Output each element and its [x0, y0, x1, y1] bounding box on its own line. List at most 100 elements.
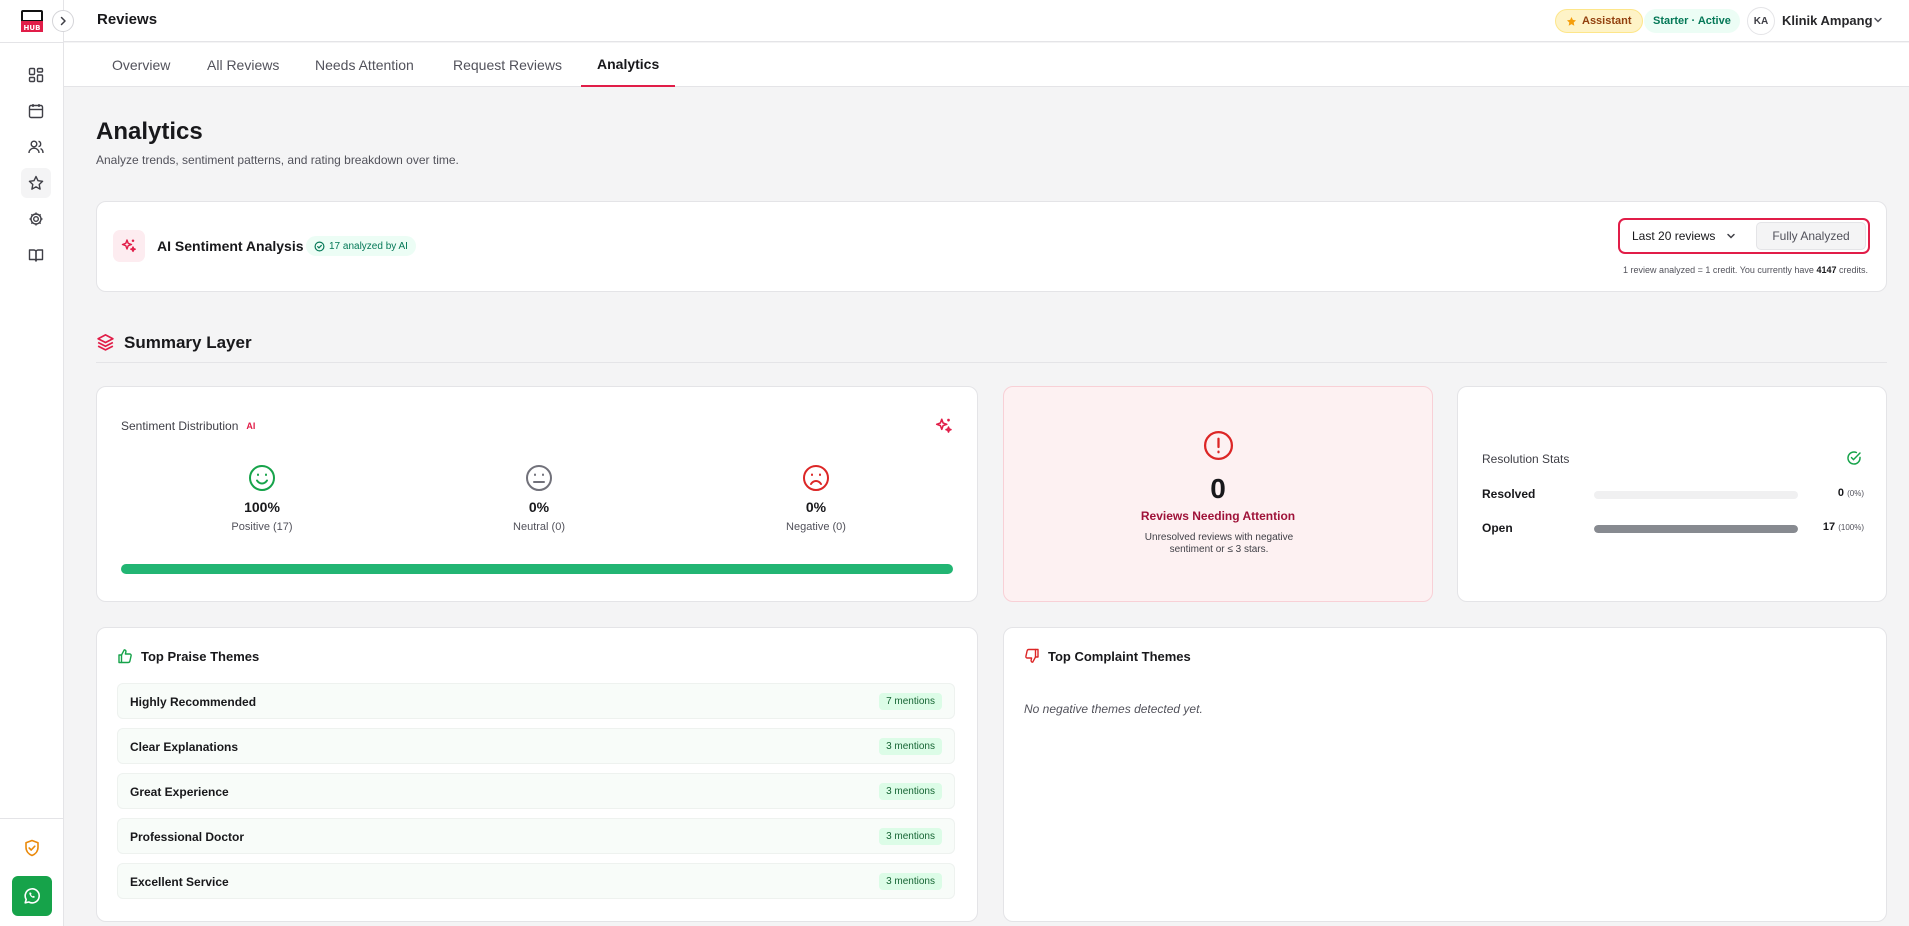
theme-name: Excellent Service: [130, 875, 229, 889]
mentions-badge: 7 mentions: [879, 693, 942, 710]
resolved-count-value: 0: [1837, 487, 1845, 499]
star-filled-icon: [1566, 16, 1577, 26]
avatar[interactable]: KA: [1747, 7, 1775, 35]
fully-analyzed-button[interactable]: Fully Analyzed: [1756, 222, 1866, 250]
neutral-face-icon: [526, 465, 552, 491]
open-label: Open: [1482, 521, 1513, 535]
calendar-icon: [28, 104, 44, 119]
neutral-sentiment: 0% Neutral (0): [439, 463, 639, 533]
chevron-down-icon[interactable]: [1872, 14, 1884, 26]
open-row: Open 17 (100%): [1482, 521, 1864, 537]
star-icon: [28, 175, 44, 190]
sidebar-bottom-divider: [0, 818, 64, 819]
theme-name: Highly Recommended: [130, 695, 257, 709]
tab-all-reviews[interactable]: All Reviews: [207, 43, 279, 87]
resolved-pct: (0%): [1847, 489, 1864, 498]
ai-icon-box: [113, 230, 145, 262]
mentions-badge: 3 mentions: [879, 783, 942, 800]
page-title: Analytics: [96, 118, 203, 145]
credit-note-suffix: credits.: [1838, 265, 1868, 275]
analysis-controls: Last 20 reviews Fully Analyzed: [1618, 218, 1870, 254]
list-item: Great Experience 3 mentions: [117, 773, 955, 809]
page-header-title: Reviews: [97, 11, 158, 28]
chevron-right-icon: [60, 16, 66, 26]
thumbs-up-icon: [118, 649, 132, 664]
thumbs-down-icon: [1025, 648, 1039, 663]
open-count-value: 17: [1822, 521, 1836, 533]
sparkle-icon: [121, 239, 136, 253]
ai-panel-title: AI Sentiment Analysis: [157, 238, 304, 254]
users-icon: [28, 140, 44, 154]
gear-icon: [29, 212, 43, 226]
assistant-button[interactable]: Assistant: [1555, 9, 1643, 33]
attention-count: 0: [1210, 473, 1226, 504]
review-range-value: Last 20 reviews: [1632, 229, 1716, 243]
needs-attention-card[interactable]: 0 Reviews Needing Attention Unresolved r…: [1003, 386, 1433, 602]
open-fill: [1594, 525, 1798, 533]
list-item: Excellent Service 3 mentions: [117, 863, 955, 899]
resolution-stats-card: Resolution Stats Resolved 0 (0%) Open 17…: [1457, 386, 1887, 602]
frown-icon: [803, 465, 829, 491]
clinic-switcher[interactable]: Klinik Ampang: [1782, 13, 1873, 28]
alert-circle-icon: [1203, 430, 1234, 461]
mentions-badge: 3 mentions: [879, 873, 942, 890]
positive-sentiment: 100% Positive (17): [162, 463, 362, 533]
assistant-label: Assistant: [1582, 15, 1632, 27]
resolved-row: Resolved 0 (0%): [1482, 487, 1864, 503]
whatsapp-button[interactable]: [12, 876, 52, 916]
tab-bar: Overview All Reviews Needs Attention Req…: [64, 43, 1909, 87]
praise-themes-card: Top Praise Themes Highly Recommended 7 me…: [96, 627, 978, 922]
theme-name: Great Experience: [130, 785, 229, 799]
analyzed-badge: 17 analyzed by AI: [306, 236, 416, 256]
theme-name: Professional Doctor: [130, 830, 245, 844]
section-divider: [96, 362, 1887, 363]
credit-note: 1 review analyzed = 1 credit. You curren…: [1623, 265, 1868, 275]
no-complaints-message: No negative themes detected yet.: [1024, 702, 1203, 716]
resolved-count: 0 (0%): [1838, 487, 1864, 499]
sidebar-item-calendar[interactable]: [21, 96, 51, 126]
complaint-themes-card: Top Complaint Themes No negative themes …: [1003, 627, 1887, 922]
book-icon: [28, 249, 44, 262]
app-logo[interactable]: HUB: [21, 10, 43, 32]
sidebar-item-patients[interactable]: [21, 132, 51, 162]
sidebar-item-guide[interactable]: [21, 240, 51, 270]
svg-text:HUB: HUB: [24, 24, 41, 32]
sidebar-divider: [0, 42, 64, 43]
sentiment-title-text: Sentiment Distribution: [121, 419, 239, 433]
review-range-select[interactable]: Last 20 reviews: [1632, 220, 1737, 252]
neutral-label: Neutral (0): [513, 521, 565, 533]
security-button[interactable]: [20, 836, 44, 860]
dashboard-icon: [28, 67, 44, 83]
check-circle-icon: [1847, 451, 1861, 465]
tab-overview[interactable]: Overview: [112, 43, 170, 87]
theme-name: Clear Explanations: [130, 740, 239, 754]
open-pct: (100%): [1838, 523, 1864, 532]
summary-layer-title: Summary Layer: [124, 333, 252, 352]
sidebar: HUB: [0, 0, 64, 926]
mentions-badge: 3 mentions: [879, 738, 942, 755]
smile-icon: [249, 465, 275, 491]
sidebar-toggle-button[interactable]: [52, 10, 74, 32]
attention-label: Reviews Needing Attention: [1140, 509, 1296, 523]
tab-analytics[interactable]: Analytics: [581, 43, 676, 87]
positive-percentage: 100%: [244, 499, 280, 515]
negative-label: Negative (0): [786, 521, 846, 533]
sidebar-item-dashboard[interactable]: [21, 60, 51, 90]
resolved-track: [1594, 491, 1798, 499]
sentiment-bar-positive-fill: [121, 564, 953, 574]
sentiment-distribution-card: Sentiment Distribution AI 100% Positive …: [96, 386, 978, 602]
complaint-themes-header: Top Complaint Themes: [1024, 648, 1191, 664]
credit-note-prefix: 1 review analyzed = 1 credit. You curren…: [1623, 265, 1814, 275]
attention-description: Unresolved reviews with negative sentime…: [1144, 532, 1294, 555]
tab-needs-attention[interactable]: Needs Attention: [315, 43, 414, 87]
sidebar-item-settings[interactable]: [21, 204, 51, 234]
list-item: Professional Doctor 3 mentions: [117, 818, 955, 854]
layers-icon: [97, 334, 114, 351]
page-subtitle: Analyze trends, sentiment patterns, and …: [96, 153, 459, 167]
list-item: Highly Recommended 7 mentions: [117, 683, 955, 719]
sidebar-item-reviews[interactable]: [21, 168, 51, 198]
tab-request-reviews[interactable]: Request Reviews: [453, 43, 562, 87]
praise-themes-title: Top Praise Themes: [141, 648, 260, 664]
check-circle-icon: [314, 241, 325, 251]
negative-percentage: 0%: [805, 499, 827, 515]
